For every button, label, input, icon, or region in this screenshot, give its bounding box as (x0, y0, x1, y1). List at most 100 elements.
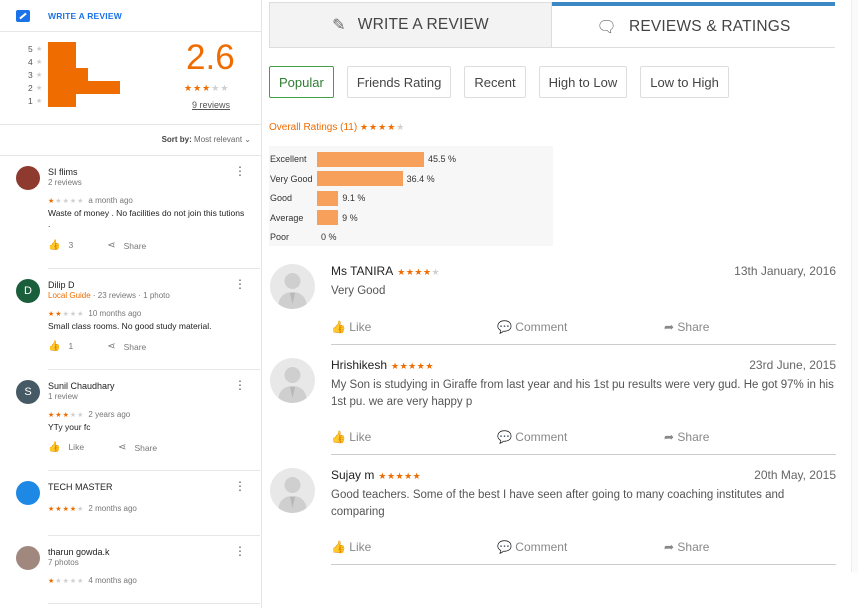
avatar[interactable]: D (16, 279, 40, 303)
divider (0, 124, 262, 125)
write-review-link[interactable]: WRITE A REVIEW (16, 8, 122, 24)
distribution-percent: 0 % (321, 232, 337, 242)
divider (331, 454, 836, 455)
star-icon: ★ (62, 412, 70, 419)
star-icon: ★ (36, 97, 43, 105)
divider (331, 344, 836, 345)
reviewer-name[interactable]: TECH MASTER (48, 482, 113, 492)
tab-write-review[interactable]: ✎ WRITE A REVIEW (269, 2, 552, 48)
share-button[interactable]: ➦ Share (664, 320, 709, 334)
reviewer-meta: 1 review (48, 392, 78, 401)
review-actions: 👍 1 ⋖ Share (48, 341, 146, 352)
star-rating: ★★★★★ (48, 506, 84, 513)
review-date: 23rd June, 2015 (749, 358, 836, 372)
histogram-row: 2 ★ (28, 81, 120, 94)
overall-label: Overall Ratings (11) (269, 122, 358, 133)
share-button[interactable]: ⋖ Share (118, 442, 157, 453)
histogram-bar (48, 81, 120, 94)
distribution-percent: 45.5 % (428, 154, 457, 164)
star-icon: ★ (412, 471, 422, 481)
star-rating: ★★★★★ (360, 122, 405, 132)
share-button[interactable]: ⋖ Share (107, 341, 146, 352)
share-button[interactable]: ➦ Share (664, 430, 709, 444)
like-button[interactable]: 👍 3 (48, 240, 73, 251)
filter-low-to-high[interactable]: Low to High (640, 66, 729, 98)
reviewer-meta: Local Guide · 23 reviews · 1 photo (48, 291, 170, 300)
star-icon: ★ (396, 122, 406, 132)
reviewer-name[interactable]: SI flims (48, 167, 78, 177)
divider (0, 155, 262, 156)
review-time: a month ago (88, 196, 133, 205)
more-options-icon[interactable]: ⋮ (234, 278, 246, 290)
like-button[interactable]: 👍 Like (331, 540, 371, 554)
distribution-label: Average (270, 212, 304, 223)
reviewer-name[interactable]: Hrishikesh ★★★★★ (331, 358, 434, 372)
tab-reviews-ratings[interactable]: 🗨 REVIEWS & RATINGS (552, 2, 835, 48)
review-actions: 👍 Like ⋖ Share (48, 442, 157, 453)
rating-distribution: Excellent 45.5 % Very Good 36.4 % Good 9.1 % A… (269, 146, 553, 246)
more-options-icon[interactable]: ⋮ (234, 545, 246, 557)
divider (48, 470, 260, 471)
thumbs-up-icon: 👍 (48, 442, 61, 453)
reviewer-name[interactable]: tharun gowda.k (48, 547, 110, 557)
reviewer-name[interactable]: Sunil Chaudhary (48, 381, 115, 391)
histogram-bar (48, 55, 77, 68)
review-date: 13th January, 2016 (734, 264, 836, 278)
distribution-bar (317, 171, 403, 186)
like-button[interactable]: 👍 Like (48, 442, 84, 453)
more-options-icon[interactable]: ⋮ (234, 165, 246, 177)
histogram-star-label: 4 (28, 56, 33, 67)
distribution-row: Average 9 % (269, 210, 358, 226)
avatar-placeholder-icon (270, 468, 315, 513)
distribution-percent: 9.1 % (342, 193, 366, 203)
review-count-link[interactable]: 9 reviews (192, 100, 230, 110)
filter-friends-rating[interactable]: Friends Rating (346, 66, 452, 98)
like-button[interactable]: 👍 1 (48, 341, 73, 352)
reviewer-stats: 1 review (48, 392, 78, 401)
divider (48, 535, 260, 536)
star-icon: ★ (397, 267, 406, 277)
star-icon: ★ (425, 361, 434, 371)
avatar[interactable] (16, 166, 40, 190)
like-count: 3 (68, 240, 74, 250)
comment-button[interactable]: 💬 Comment (497, 540, 567, 554)
distribution-percent: 36.4 % (406, 173, 435, 184)
sort-dropdown[interactable]: Sort by: Most relevant ⌄ (162, 135, 251, 144)
star-rating: ★★★★★ (48, 578, 84, 585)
filter-popular[interactable]: Popular (269, 66, 334, 98)
like-button[interactable]: 👍 Like (331, 320, 371, 334)
distribution-label: Very Good (270, 173, 313, 184)
histogram-row: 3 ★ (28, 68, 120, 81)
reviewer-name[interactable]: Sujay m ★★★★★ (331, 468, 421, 482)
divider (0, 31, 262, 32)
avatar[interactable] (16, 481, 40, 505)
review-time: 4 months ago (88, 576, 137, 585)
filter-high-to-low[interactable]: High to Low (538, 66, 628, 98)
comment-button[interactable]: 💬 Comment (497, 320, 567, 334)
avatar[interactable] (16, 546, 40, 570)
comment-button[interactable]: 💬 Comment (497, 430, 567, 444)
filter-recent[interactable]: Recent (464, 66, 526, 98)
more-options-icon[interactable]: ⋮ (234, 379, 246, 391)
star-icon: ★ (55, 578, 63, 585)
overall-stars: ★★★★★ (360, 122, 405, 132)
rating-histogram: 5 ★ 4 ★ 3 ★ 2 ★ 1 ★ (28, 42, 120, 107)
share-button[interactable]: ⋖ Share (107, 240, 146, 251)
share-button[interactable]: ➦ Share (664, 540, 709, 554)
reviewer-name[interactable]: Ms TANIRA ★★★★★ (331, 264, 440, 278)
histogram-bar (48, 42, 77, 55)
avatar[interactable]: S (16, 380, 40, 404)
star-rating: ★★★★★ (184, 83, 229, 93)
star-rating: ★★★★★ (397, 267, 440, 277)
distribution-label: Good (270, 193, 293, 203)
avatar-placeholder-icon (270, 358, 315, 403)
like-button[interactable]: 👍 Like (331, 430, 371, 444)
star-icon: ★ (36, 71, 43, 79)
reviewer-name[interactable]: Dilip D (48, 280, 75, 290)
sort-label: Sort by: (161, 135, 192, 144)
reviewer-meta: 2 reviews (48, 178, 82, 187)
star-rating: ★★★★★ (48, 198, 84, 205)
star-icon: ★ (55, 311, 63, 318)
more-options-icon[interactable]: ⋮ (234, 480, 246, 492)
scrollbar[interactable] (851, 0, 858, 572)
